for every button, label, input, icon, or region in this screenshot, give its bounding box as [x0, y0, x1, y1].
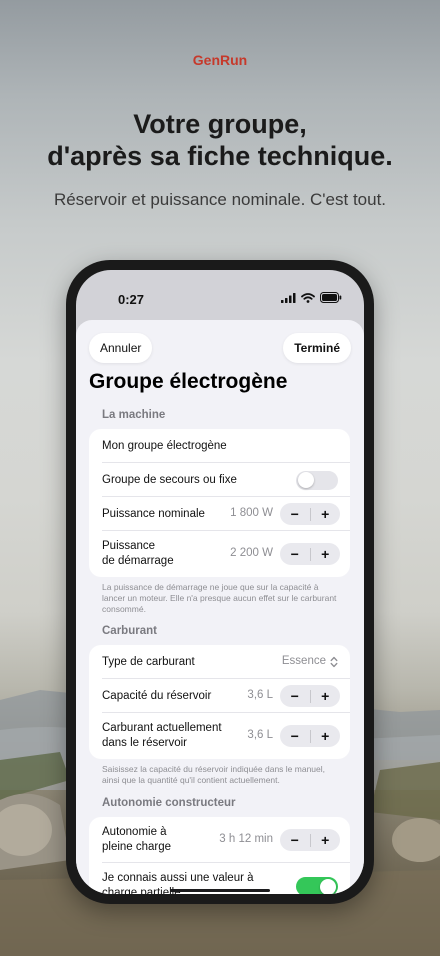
headline-line-1: Votre groupe, — [133, 109, 307, 139]
section-header-machine: La machine — [102, 409, 166, 421]
current-fuel-label-line-2: dans le réservoir — [102, 737, 188, 749]
decrement-button[interactable]: − — [280, 829, 310, 851]
brand-name: GenRun — [192, 52, 248, 68]
generator-name-row[interactable]: Mon groupe électrogène — [89, 429, 350, 463]
phone-mockup: 0:27 Annuler Terminé Groupe électrogène … — [66, 260, 374, 904]
current-fuel-label: Carburant actuellement dans le réservoir — [102, 721, 222, 751]
chevron-up-down-icon — [330, 656, 338, 668]
startup-power-label-line-1: Puissance — [102, 540, 156, 552]
startup-power-label: Puissance de démarrage — [102, 539, 174, 569]
decrement-button[interactable]: − — [280, 725, 310, 747]
increment-button[interactable]: + — [311, 503, 341, 525]
section-header-fuel: Carburant — [102, 625, 157, 637]
full-load-label-line-1: Autonomie à — [102, 826, 167, 838]
current-fuel-row: Carburant actuellement dans le réservoir… — [89, 713, 350, 759]
headline-line-2: d'après sa fiche technique. — [47, 141, 393, 171]
startup-power-stepper[interactable]: − + — [280, 543, 340, 565]
section-header-autonomy: Autonomie constructeur — [102, 797, 236, 809]
cancel-button[interactable]: Annuler — [89, 333, 153, 363]
machine-card: Mon groupe électrogène Groupe de secours… — [89, 429, 350, 577]
headline: Votre groupe, d'après sa fiche technique… — [0, 108, 440, 172]
increment-button[interactable]: + — [311, 685, 341, 707]
backup-toggle[interactable] — [296, 470, 338, 490]
tank-capacity-label: Capacité du réservoir — [102, 690, 212, 702]
backup-row: Groupe de secours ou fixe — [89, 463, 350, 497]
full-load-label-line-2: pleine charge — [102, 841, 172, 853]
machine-footnote: La puissance de démarrage ne joue que su… — [102, 582, 337, 614]
signal-icon — [281, 292, 296, 303]
generator-name-field[interactable]: Mon groupe électrogène — [102, 439, 227, 454]
phone-screen: 0:27 Annuler Terminé Groupe électrogène … — [76, 270, 364, 894]
nominal-power-value: 1 800 W — [230, 507, 273, 519]
toggle-knob — [320, 878, 336, 894]
startup-power-label-line-2: de démarrage — [102, 555, 174, 567]
backup-label: Groupe de secours ou fixe — [102, 474, 237, 486]
fuel-card: Type de carburant Essence Capacité du ré… — [89, 645, 350, 759]
current-fuel-stepper[interactable]: − + — [280, 725, 340, 747]
tank-capacity-stepper[interactable]: − + — [280, 685, 340, 707]
increment-button[interactable]: + — [311, 725, 341, 747]
tank-capacity-value: 3,6 L — [247, 689, 273, 701]
full-load-autonomy-label: Autonomie à pleine charge — [102, 825, 171, 855]
home-indicator — [170, 889, 270, 892]
full-load-autonomy-row: Autonomie à pleine charge 3 h 12 min − + — [89, 817, 350, 863]
startup-power-value: 2 200 W — [230, 547, 273, 559]
tank-capacity-row: Capacité du réservoir 3,6 L − + — [89, 679, 350, 713]
settings-sheet: Annuler Terminé Groupe électrogène La ma… — [76, 320, 364, 894]
battery-icon — [320, 292, 342, 303]
increment-button[interactable]: + — [311, 829, 341, 851]
fuel-footnote: Saisissez la capacité du réservoir indiq… — [102, 764, 326, 785]
startup-power-row: Puissance de démarrage 2 200 W − + — [89, 531, 350, 577]
autonomy-card: Autonomie à pleine charge 3 h 12 min − +… — [89, 817, 350, 894]
nominal-power-row: Puissance nominale 1 800 W − + — [89, 497, 350, 531]
status-bar: 0:27 — [76, 270, 364, 318]
fuel-type-value[interactable]: Essence — [282, 655, 326, 667]
partial-load-label-line-1: Je connais aussi une valeur à — [102, 872, 254, 884]
increment-button[interactable]: + — [311, 543, 341, 565]
status-icons — [281, 292, 342, 303]
done-button[interactable]: Terminé — [283, 333, 351, 363]
status-time: 0:27 — [118, 292, 145, 307]
subheadline: Réservoir et puissance nominale. C'est t… — [53, 190, 387, 209]
full-load-autonomy-stepper[interactable]: − + — [280, 829, 340, 851]
partial-load-toggle[interactable] — [296, 877, 338, 894]
fuel-type-label: Type de carburant — [102, 656, 195, 668]
decrement-button[interactable]: − — [280, 503, 310, 525]
wifi-icon — [301, 292, 315, 303]
current-fuel-value: 3,6 L — [247, 729, 273, 741]
decrement-button[interactable]: − — [280, 543, 310, 565]
decrement-button[interactable]: − — [280, 685, 310, 707]
toggle-knob — [298, 472, 314, 488]
sheet-title: Groupe électrogène — [89, 370, 288, 393]
full-load-autonomy-value: 3 h 12 min — [219, 833, 273, 845]
current-fuel-label-line-1: Carburant actuellement — [102, 722, 222, 734]
nominal-power-label: Puissance nominale — [102, 508, 205, 520]
fuel-type-row[interactable]: Type de carburant Essence — [89, 645, 350, 679]
nominal-power-stepper[interactable]: − + — [280, 503, 340, 525]
